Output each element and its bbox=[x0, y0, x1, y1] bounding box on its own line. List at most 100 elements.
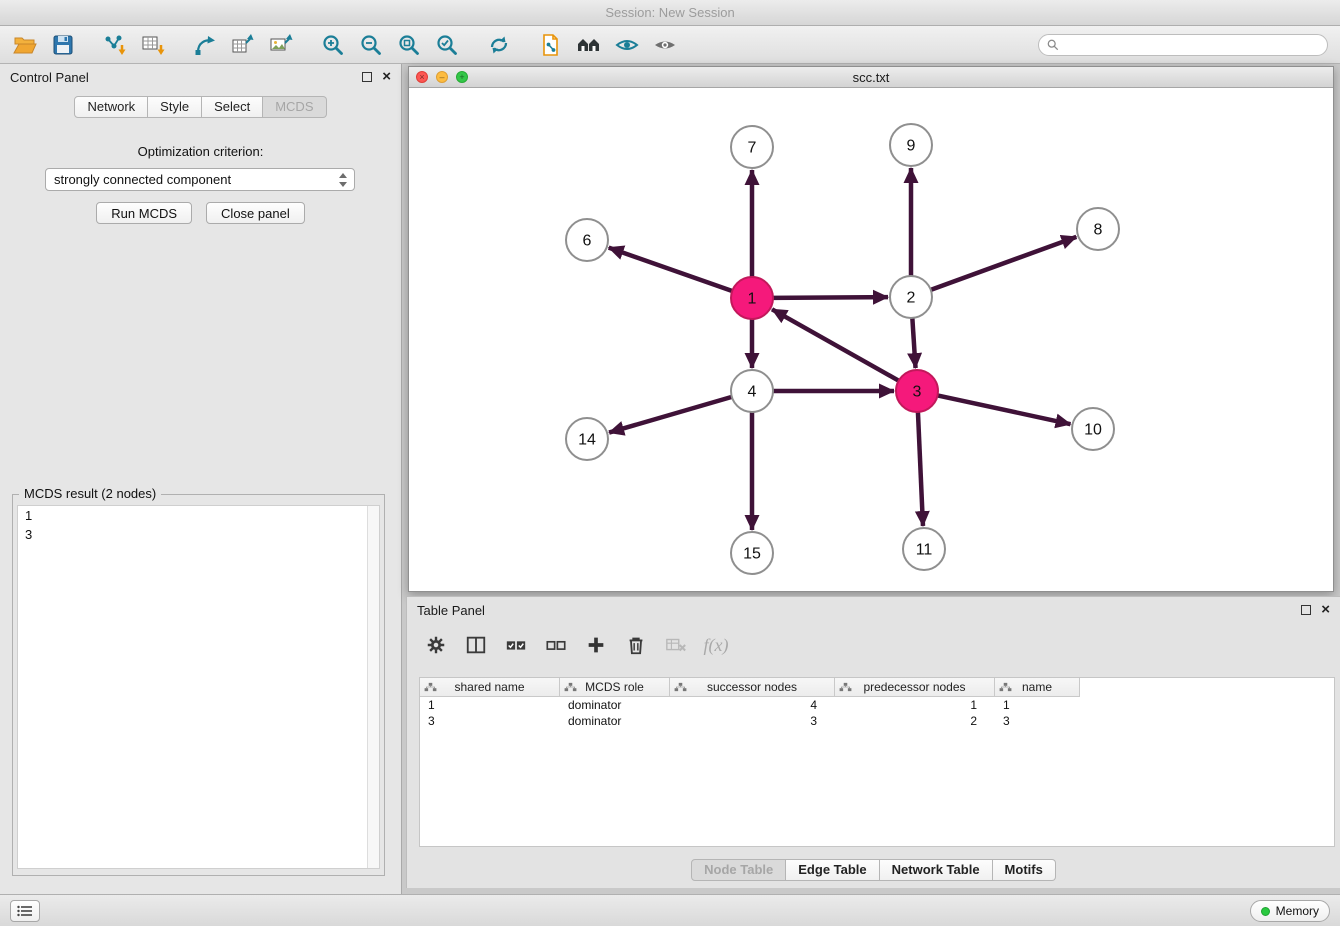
graph-node-1[interactable]: 1 bbox=[731, 277, 773, 319]
zoom-selected-button[interactable] bbox=[428, 29, 466, 61]
svg-text:1: 1 bbox=[748, 291, 757, 308]
close-window-icon[interactable]: × bbox=[416, 71, 428, 83]
graph-edge-2-8[interactable] bbox=[931, 237, 1077, 290]
graph-edge-3-11[interactable] bbox=[918, 412, 923, 526]
float-panel-icon[interactable] bbox=[362, 72, 372, 82]
graph-node-9[interactable]: 9 bbox=[890, 124, 932, 166]
close-table-panel-icon[interactable]: × bbox=[1321, 605, 1330, 615]
style-preview-button[interactable] bbox=[608, 29, 646, 61]
import-network-button[interactable] bbox=[96, 29, 134, 61]
graph-node-11[interactable]: 11 bbox=[903, 528, 945, 570]
tab-network-table[interactable]: Network Table bbox=[880, 859, 993, 881]
function-builder-button[interactable]: f(x) bbox=[701, 630, 731, 660]
show-hide-details-button[interactable] bbox=[646, 29, 684, 61]
column-header-predecessor-nodes[interactable]: predecessor nodes bbox=[835, 678, 995, 697]
memory-button[interactable]: Memory bbox=[1250, 900, 1330, 922]
tab-network[interactable]: Network bbox=[74, 96, 148, 118]
delete-table-icon bbox=[665, 634, 687, 656]
show-columns-button[interactable] bbox=[461, 630, 491, 660]
close-panel-button[interactable]: Close panel bbox=[206, 202, 305, 224]
graph-node-3[interactable]: 3 bbox=[896, 370, 938, 412]
table-row[interactable]: 1 dominator 4 1 1 bbox=[420, 697, 1334, 713]
search-field[interactable] bbox=[1038, 34, 1328, 56]
zoom-out-button[interactable] bbox=[352, 29, 390, 61]
open-network-file-button[interactable] bbox=[532, 29, 570, 61]
column-header-shared-name[interactable]: shared name bbox=[420, 678, 560, 697]
optimization-criterion-label: Optimization criterion: bbox=[0, 144, 401, 159]
network-canvas[interactable]: 7 9 6 8 1 2 4 3 10 14 15 11 bbox=[409, 88, 1333, 591]
deselect-all-icon bbox=[545, 634, 567, 656]
cell-successor-nodes: 4 bbox=[670, 697, 835, 713]
float-table-panel-icon[interactable] bbox=[1301, 605, 1311, 615]
minimize-window-icon[interactable]: – bbox=[436, 71, 448, 83]
tab-node-table[interactable]: Node Table bbox=[691, 859, 786, 881]
select-all-icon bbox=[505, 634, 527, 656]
network-window-titlebar[interactable]: × – + scc.txt bbox=[409, 67, 1333, 88]
graph-node-8[interactable]: 8 bbox=[1077, 208, 1119, 250]
status-bar: Memory bbox=[0, 894, 1340, 926]
column-header-successor-nodes[interactable]: successor nodes bbox=[670, 678, 835, 697]
mcds-result-title: MCDS result (2 nodes) bbox=[19, 486, 161, 501]
graph-node-15[interactable]: 15 bbox=[731, 532, 773, 574]
graph-node-2[interactable]: 2 bbox=[890, 276, 932, 318]
delete-column-button[interactable] bbox=[621, 630, 651, 660]
zoom-in-button[interactable] bbox=[314, 29, 352, 61]
open-folder-button[interactable] bbox=[6, 29, 44, 61]
graph-node-7[interactable]: 7 bbox=[731, 126, 773, 168]
add-column-button[interactable] bbox=[581, 630, 611, 660]
svg-text:10: 10 bbox=[1084, 422, 1102, 439]
memory-status-icon bbox=[1261, 907, 1270, 916]
deselect-all-columns-button[interactable] bbox=[541, 630, 571, 660]
criterion-value: strongly connected component bbox=[54, 172, 231, 187]
select-all-columns-button[interactable] bbox=[501, 630, 531, 660]
result-line: 3 bbox=[18, 525, 379, 544]
tab-select[interactable]: Select bbox=[202, 96, 263, 118]
app-title: Session: New Session bbox=[605, 5, 734, 20]
svg-text:8: 8 bbox=[1094, 222, 1103, 239]
network-graph: 7 9 6 8 1 2 4 3 10 14 15 11 bbox=[409, 88, 1333, 591]
graph-edge-1-2[interactable] bbox=[773, 297, 888, 298]
tab-style[interactable]: Style bbox=[148, 96, 202, 118]
table-toolbar: f(x) bbox=[421, 627, 731, 663]
tab-edge-table[interactable]: Edge Table bbox=[786, 859, 879, 881]
graph-node-6[interactable]: 6 bbox=[566, 219, 608, 261]
table-settings-button[interactable] bbox=[421, 630, 451, 660]
graph-edge-1-6[interactable] bbox=[609, 248, 732, 291]
svg-text:6: 6 bbox=[583, 233, 592, 250]
fx-icon: f(x) bbox=[704, 635, 729, 656]
app-titlebar[interactable]: Session: New Session bbox=[0, 0, 1340, 26]
export-network-button[interactable] bbox=[186, 29, 224, 61]
network-view-window[interactable]: × – + scc.txt 7 9 6 8 1 2 4 3 10 14 15 11 bbox=[408, 66, 1334, 592]
refresh-button[interactable] bbox=[480, 29, 518, 61]
graph-edge-3-10[interactable] bbox=[938, 395, 1071, 424]
graph-edge-4-14[interactable] bbox=[609, 397, 732, 433]
mcds-result-list[interactable]: 1 3 bbox=[17, 505, 380, 869]
export-image-button[interactable] bbox=[262, 29, 300, 61]
column-header-mcds-role[interactable]: MCDS role bbox=[560, 678, 670, 697]
graph-edge-3-1[interactable] bbox=[772, 309, 899, 380]
column-header-name[interactable]: name bbox=[995, 678, 1080, 697]
home-button[interactable] bbox=[570, 29, 608, 61]
maximize-window-icon[interactable]: + bbox=[456, 71, 468, 83]
result-scrollbar[interactable] bbox=[367, 506, 379, 868]
save-button[interactable] bbox=[44, 29, 82, 61]
run-mcds-button[interactable]: Run MCDS bbox=[96, 202, 192, 224]
search-input[interactable] bbox=[1063, 36, 1327, 54]
graph-edge-2-3[interactable] bbox=[912, 318, 915, 368]
task-history-button[interactable] bbox=[10, 900, 40, 922]
zoom-fit-button[interactable] bbox=[390, 29, 428, 61]
open-folder-icon bbox=[13, 33, 37, 57]
export-table-button[interactable] bbox=[224, 29, 262, 61]
import-table-button[interactable] bbox=[134, 29, 172, 61]
optimization-criterion-select[interactable]: strongly connected component bbox=[45, 168, 355, 191]
graph-node-4[interactable]: 4 bbox=[731, 370, 773, 412]
save-icon bbox=[51, 33, 75, 57]
graph-node-10[interactable]: 10 bbox=[1072, 408, 1114, 450]
zoom-out-icon bbox=[359, 33, 383, 57]
tab-motifs[interactable]: Motifs bbox=[993, 859, 1056, 881]
close-panel-icon[interactable]: × bbox=[382, 72, 391, 82]
graph-node-14[interactable]: 14 bbox=[566, 418, 608, 460]
tab-mcds[interactable]: MCDS bbox=[263, 96, 326, 118]
delete-table-button[interactable] bbox=[661, 630, 691, 660]
table-row[interactable]: 3 dominator 3 2 3 bbox=[420, 713, 1334, 729]
